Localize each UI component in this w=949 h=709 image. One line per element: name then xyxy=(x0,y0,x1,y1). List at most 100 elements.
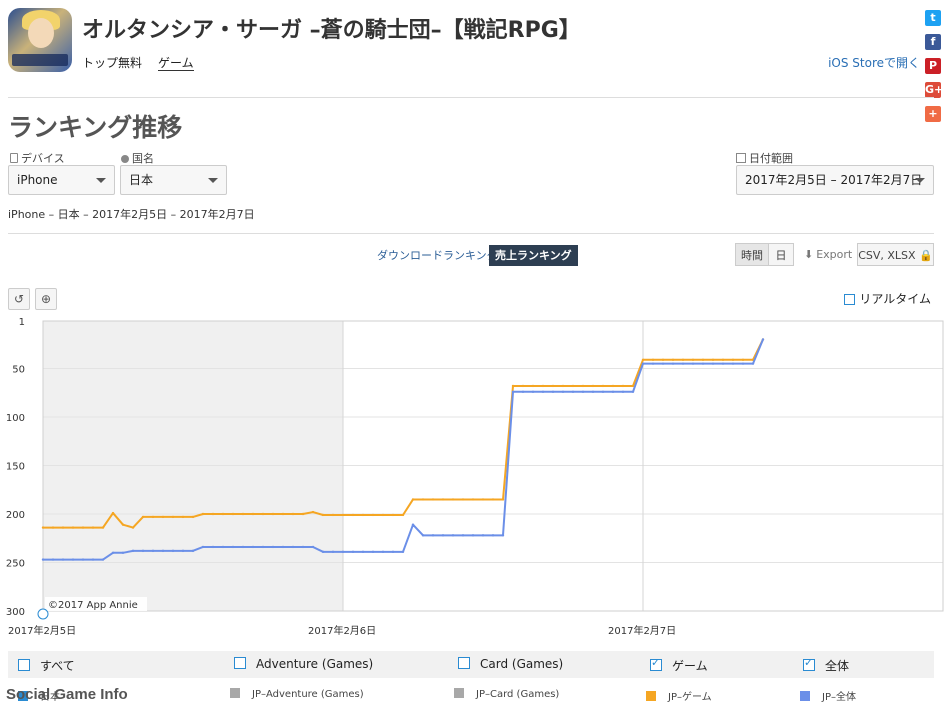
data-point xyxy=(281,512,285,516)
data-point xyxy=(401,513,405,517)
data-point xyxy=(721,362,725,365)
legend-series-item[interactable]: JP–全体 xyxy=(800,688,856,703)
data-point xyxy=(221,512,225,516)
country-select[interactable]: 日本 xyxy=(120,165,227,195)
data-point xyxy=(701,362,705,365)
data-point xyxy=(541,384,545,388)
data-point xyxy=(91,526,95,529)
data-point xyxy=(311,510,315,514)
calendar-icon xyxy=(736,153,746,163)
data-point xyxy=(191,515,195,519)
data-point xyxy=(501,534,505,537)
data-point xyxy=(231,545,235,549)
day-toggle-button[interactable]: 日 xyxy=(768,243,794,266)
data-point xyxy=(441,498,445,501)
data-point xyxy=(311,545,315,549)
legend-filter-item[interactable]: Card (Games) xyxy=(458,657,563,671)
date-range-select[interactable]: 2017年2月5日 – 2017年2月7日 xyxy=(736,165,934,195)
category-main-link[interactable]: トップ無料 xyxy=(82,54,142,71)
export-csv-button[interactable]: CSV, XLSX 🔒 xyxy=(857,243,934,266)
legend-series-item[interactable]: JP–Adventure (Games) xyxy=(230,688,364,700)
date-range-label: 日付範囲 xyxy=(736,150,793,166)
checkbox-icon xyxy=(458,657,470,669)
data-point xyxy=(151,549,155,553)
data-point xyxy=(491,498,495,501)
y-tick-label: 250 xyxy=(6,559,25,570)
data-point xyxy=(681,358,685,361)
checked-checkbox-icon xyxy=(803,656,815,671)
data-point xyxy=(221,545,225,549)
data-point xyxy=(441,534,445,537)
data-point xyxy=(451,498,455,501)
legend-filter-item[interactable]: ゲーム xyxy=(650,656,708,674)
ios-store-link[interactable]: iOS Storeで開く xyxy=(828,54,920,71)
data-point xyxy=(691,362,695,365)
data-point xyxy=(581,384,585,388)
data-point xyxy=(731,362,735,365)
data-point xyxy=(551,384,555,388)
data-point xyxy=(571,384,575,388)
data-point xyxy=(211,512,215,516)
chevron-down-icon xyxy=(915,178,925,183)
data-point xyxy=(231,512,235,516)
zoom-button[interactable]: ⊕ xyxy=(35,288,57,310)
data-point xyxy=(631,390,635,394)
pinterest-icon[interactable]: P xyxy=(925,58,941,74)
realtime-checkbox xyxy=(844,294,856,305)
data-point xyxy=(651,358,655,361)
data-point xyxy=(621,384,625,388)
reset-zoom-button[interactable]: ↺ xyxy=(8,288,30,310)
data-point xyxy=(161,549,165,553)
y-tick-label: 300 xyxy=(6,607,25,618)
legend-swatch xyxy=(800,691,810,701)
data-point xyxy=(561,384,565,388)
data-point xyxy=(91,558,95,561)
legend-filter-item[interactable]: Adventure (Games) xyxy=(234,657,373,671)
data-point xyxy=(381,513,385,517)
data-point xyxy=(491,534,495,537)
data-point xyxy=(121,551,125,555)
facebook-icon[interactable]: f xyxy=(925,34,941,50)
data-point xyxy=(191,549,195,553)
data-point xyxy=(541,390,545,394)
zoom-in-icon: ⊕ xyxy=(40,292,52,306)
data-point xyxy=(171,549,175,553)
data-point xyxy=(151,515,155,519)
data-point xyxy=(501,498,505,501)
data-point xyxy=(251,512,255,516)
data-point xyxy=(551,390,555,394)
data-point xyxy=(471,498,475,501)
legend-swatch xyxy=(646,691,656,701)
legend-series-item[interactable]: JP–ゲーム xyxy=(646,688,712,703)
y-tick-label: 150 xyxy=(6,462,25,473)
tab-revenue-ranking[interactable]: 売上ランキング xyxy=(489,245,578,266)
data-point xyxy=(571,390,575,394)
data-point xyxy=(341,550,345,554)
device-label: デバイス xyxy=(10,150,65,166)
realtime-toggle[interactable]: リアルタイム xyxy=(844,290,931,307)
legend-filter-item[interactable]: 全体 xyxy=(803,656,849,674)
data-point xyxy=(371,513,375,517)
legend-filter-item[interactable]: すべて xyxy=(18,657,75,674)
twitter-icon[interactable]: t xyxy=(925,10,941,26)
data-point xyxy=(321,550,325,554)
share-plus-icon[interactable]: + xyxy=(925,106,941,122)
googleplus-icon[interactable]: G+ xyxy=(925,82,943,98)
data-point xyxy=(241,512,245,516)
legend-series-item[interactable]: JP–Card (Games) xyxy=(454,688,559,700)
data-point xyxy=(611,384,615,388)
credit-text: ©2017 App Annie xyxy=(48,600,138,611)
data-point xyxy=(381,550,385,554)
data-point xyxy=(201,512,205,516)
device-select[interactable]: iPhone xyxy=(8,165,115,195)
hour-toggle-button[interactable]: 時間 xyxy=(735,243,769,266)
category-sub-link[interactable]: ゲーム xyxy=(158,54,194,71)
data-point xyxy=(271,545,275,549)
data-point xyxy=(121,523,125,526)
data-point xyxy=(321,513,325,517)
tab-download-ranking[interactable]: ダウンロードランキング xyxy=(371,245,504,266)
data-point xyxy=(111,551,115,555)
data-point xyxy=(261,512,265,516)
data-point xyxy=(521,390,525,394)
data-point xyxy=(461,498,465,501)
